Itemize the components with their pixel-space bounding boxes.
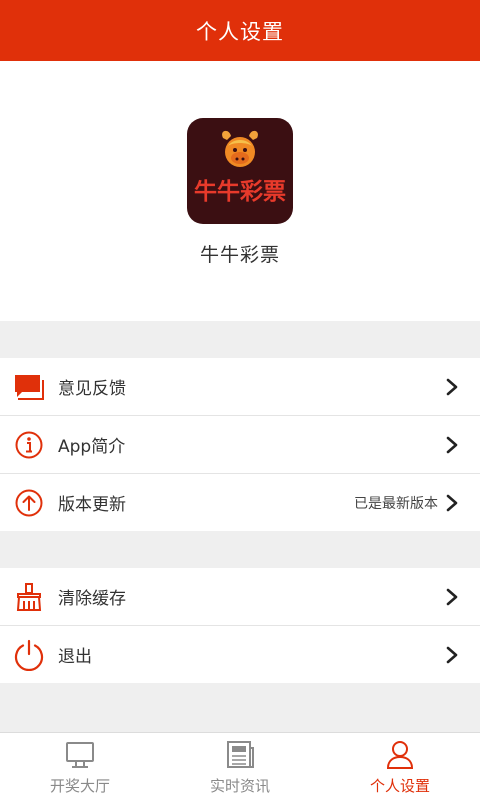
profile-section: 牛牛彩票 牛牛彩票	[0, 61, 480, 321]
menu-item-label: 意见反馈	[58, 379, 126, 399]
app-header: 个人设置	[0, 0, 480, 61]
tab-label: 实时资讯	[209, 777, 270, 795]
tab-label: 个人设置	[369, 777, 430, 795]
chevron-right-icon	[446, 378, 458, 396]
broom-icon	[13, 581, 45, 613]
tab-label: 开奖大厅	[49, 777, 110, 795]
monitor-icon	[65, 739, 95, 771]
menu-item-app-intro[interactable]: App简介	[0, 416, 480, 474]
version-status: 已是最新版本	[354, 495, 438, 512]
app-logo: 牛牛彩票	[187, 118, 293, 224]
menu-item-label: App简介	[58, 437, 126, 457]
menu-item-version-update[interactable]: 版本更新 已是最新版本	[0, 474, 480, 531]
tab-personal-settings[interactable]: 个人设置	[320, 733, 480, 800]
power-icon	[13, 639, 45, 671]
upgrade-icon	[13, 487, 45, 519]
user-icon	[385, 739, 415, 771]
menu-group-2: 清除缓存 退出	[0, 568, 480, 683]
chevron-right-icon	[446, 588, 458, 606]
tab-realtime-news[interactable]: 实时资讯	[160, 733, 320, 800]
newspaper-icon	[225, 739, 255, 771]
bull-logo-icon	[222, 130, 258, 167]
menu-group-1: 意见反馈 App简介 版本更新 已是最新版本	[0, 358, 480, 531]
chevron-right-icon	[446, 646, 458, 664]
menu-item-feedback[interactable]: 意见反馈	[0, 358, 480, 416]
tab-lottery-hall[interactable]: 开奖大厅	[0, 733, 160, 800]
menu-item-clear-cache[interactable]: 清除缓存	[0, 568, 480, 626]
page-title: 个人设置	[196, 19, 284, 44]
feedback-icon	[13, 371, 45, 403]
bottom-tab-bar: 开奖大厅 实时资讯 个人设置	[0, 732, 480, 800]
chevron-right-icon	[446, 494, 458, 512]
app-name: 牛牛彩票	[199, 244, 280, 266]
menu-item-label: 清除缓存	[58, 589, 126, 609]
chevron-right-icon	[446, 436, 458, 454]
info-icon	[13, 429, 45, 461]
logo-text: 牛牛彩票	[194, 179, 286, 205]
menu-item-label: 版本更新	[58, 495, 126, 515]
menu-item-label: 退出	[58, 647, 92, 667]
menu-item-logout[interactable]: 退出	[0, 626, 480, 683]
